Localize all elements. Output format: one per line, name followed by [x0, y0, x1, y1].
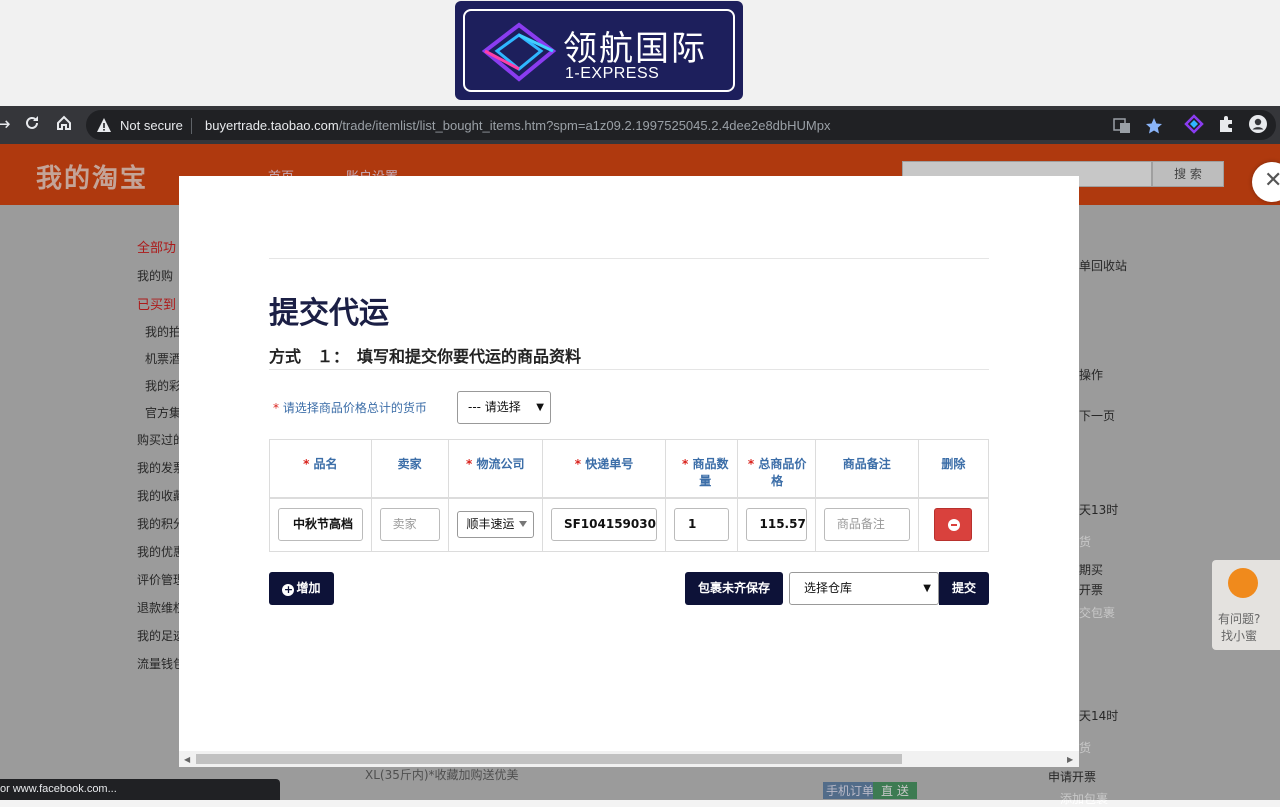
close-icon: ✕	[1264, 168, 1280, 193]
currency-select[interactable]: --- 请选择 ▼	[457, 391, 551, 424]
ad-banner: 领航国际 1-EXPRESS	[0, 0, 1280, 106]
cube-logo-icon	[481, 22, 557, 82]
col-header-tracking: * 快递单号	[541, 439, 666, 499]
currency-label: * 请选择商品价格总计的货币	[273, 401, 427, 415]
help-line-1: 有问题?	[1218, 612, 1261, 626]
modal-subtitle: 方式 １： 填写和提交你要代运的商品资料	[269, 347, 582, 366]
reload-icon[interactable]	[21, 114, 43, 136]
status-bar-url: or www.facebook.com...	[0, 779, 280, 800]
item-name-input[interactable]: 中秋节高档	[278, 508, 363, 542]
scroll-right-icon[interactable]: ▶	[1067, 755, 1073, 764]
translate-icon[interactable]	[1112, 116, 1132, 136]
col-header-total-price: * 总商品价格	[736, 439, 816, 499]
col-header-seller: 卖家	[370, 439, 449, 499]
seller-input[interactable]: 卖家	[379, 508, 440, 542]
help-assistant-widget[interactable]: 有问题? 找小蜜	[1212, 560, 1280, 650]
logistics-select[interactable]: 顺丰速运	[456, 511, 534, 539]
col-header-note: 商品备注	[814, 439, 919, 499]
home-icon[interactable]	[53, 114, 75, 136]
extension-diamond-icon[interactable]	[1184, 114, 1204, 134]
logo-english-name: 1-EXPRESS	[565, 65, 660, 82]
chevron-down-icon: ▼	[536, 402, 544, 413]
col-header-name: * 品名	[269, 439, 372, 499]
warehouse-select[interactable]: 选择仓库 ▼	[789, 572, 939, 605]
modal-title: 提交代运	[269, 296, 389, 331]
browser-toolbar: → Not secure buyertrade.taobao.com/trade…	[0, 106, 1280, 144]
total-price-input[interactable]: 115.57	[745, 508, 807, 542]
add-item-button[interactable]: + 增加	[269, 572, 334, 605]
table-row: 中秋节高档 卖家 顺丰速运 SF104159030 1 115.57 商品备注	[269, 497, 990, 552]
scroll-left-icon[interactable]: ◀	[184, 755, 190, 764]
plus-circle-icon: +	[282, 583, 295, 596]
extensions-puzzle-icon[interactable]	[1216, 114, 1236, 134]
table-header-row: * 品名 卖家 * 物流公司 * 快递单号 * 商品数量 * 总商品价格 商品备…	[269, 439, 990, 499]
save-incomplete-package-button[interactable]: 包裹未齐保存	[685, 572, 783, 605]
express-logo: 领航国际 1-EXPRESS	[455, 1, 743, 100]
minus-circle-icon	[948, 519, 961, 532]
logo-chinese-name: 领航国际	[563, 29, 707, 69]
chevron-down-icon: ▼	[923, 583, 931, 594]
help-line-2: 找小蜜	[1221, 629, 1258, 643]
col-header-logistics: * 物流公司	[447, 439, 543, 499]
col-header-quantity: * 商品数量	[664, 439, 738, 499]
profile-avatar-icon[interactable]	[1248, 114, 1268, 134]
note-input[interactable]: 商品备注	[823, 508, 910, 542]
horizontal-scrollbar[interactable]: ◀ ▶	[179, 751, 1079, 767]
address-bar[interactable]: Not secure buyertrade.taobao.com/trade/i…	[86, 110, 1276, 140]
items-table: * 品名 卖家 * 物流公司 * 快递单号 * 商品数量 * 总商品价格 商品备…	[269, 439, 990, 552]
delete-row-button[interactable]	[934, 508, 973, 542]
dropdown-arrow-icon	[518, 521, 527, 528]
col-header-delete: 删除	[917, 439, 990, 499]
tracking-number-input[interactable]: SF104159030	[550, 508, 657, 542]
warning-icon	[97, 118, 111, 132]
assistant-mascot-icon	[1228, 568, 1258, 598]
not-secure-label[interactable]: Not secure	[120, 118, 183, 133]
quantity-input[interactable]: 1	[673, 508, 729, 542]
url-text[interactable]: buyertrade.taobao.com/trade/itemlist/lis…	[205, 118, 830, 133]
forward-icon[interactable]: →	[0, 114, 14, 136]
bookmark-star-icon[interactable]	[1144, 116, 1164, 136]
submit-shipping-modal: 提交代运 方式 １： 填写和提交你要代运的商品资料 * 请选择商品价格总计的货币…	[179, 176, 1079, 767]
scrollbar-thumb[interactable]	[196, 754, 902, 764]
submit-button[interactable]: 提交	[939, 572, 989, 605]
